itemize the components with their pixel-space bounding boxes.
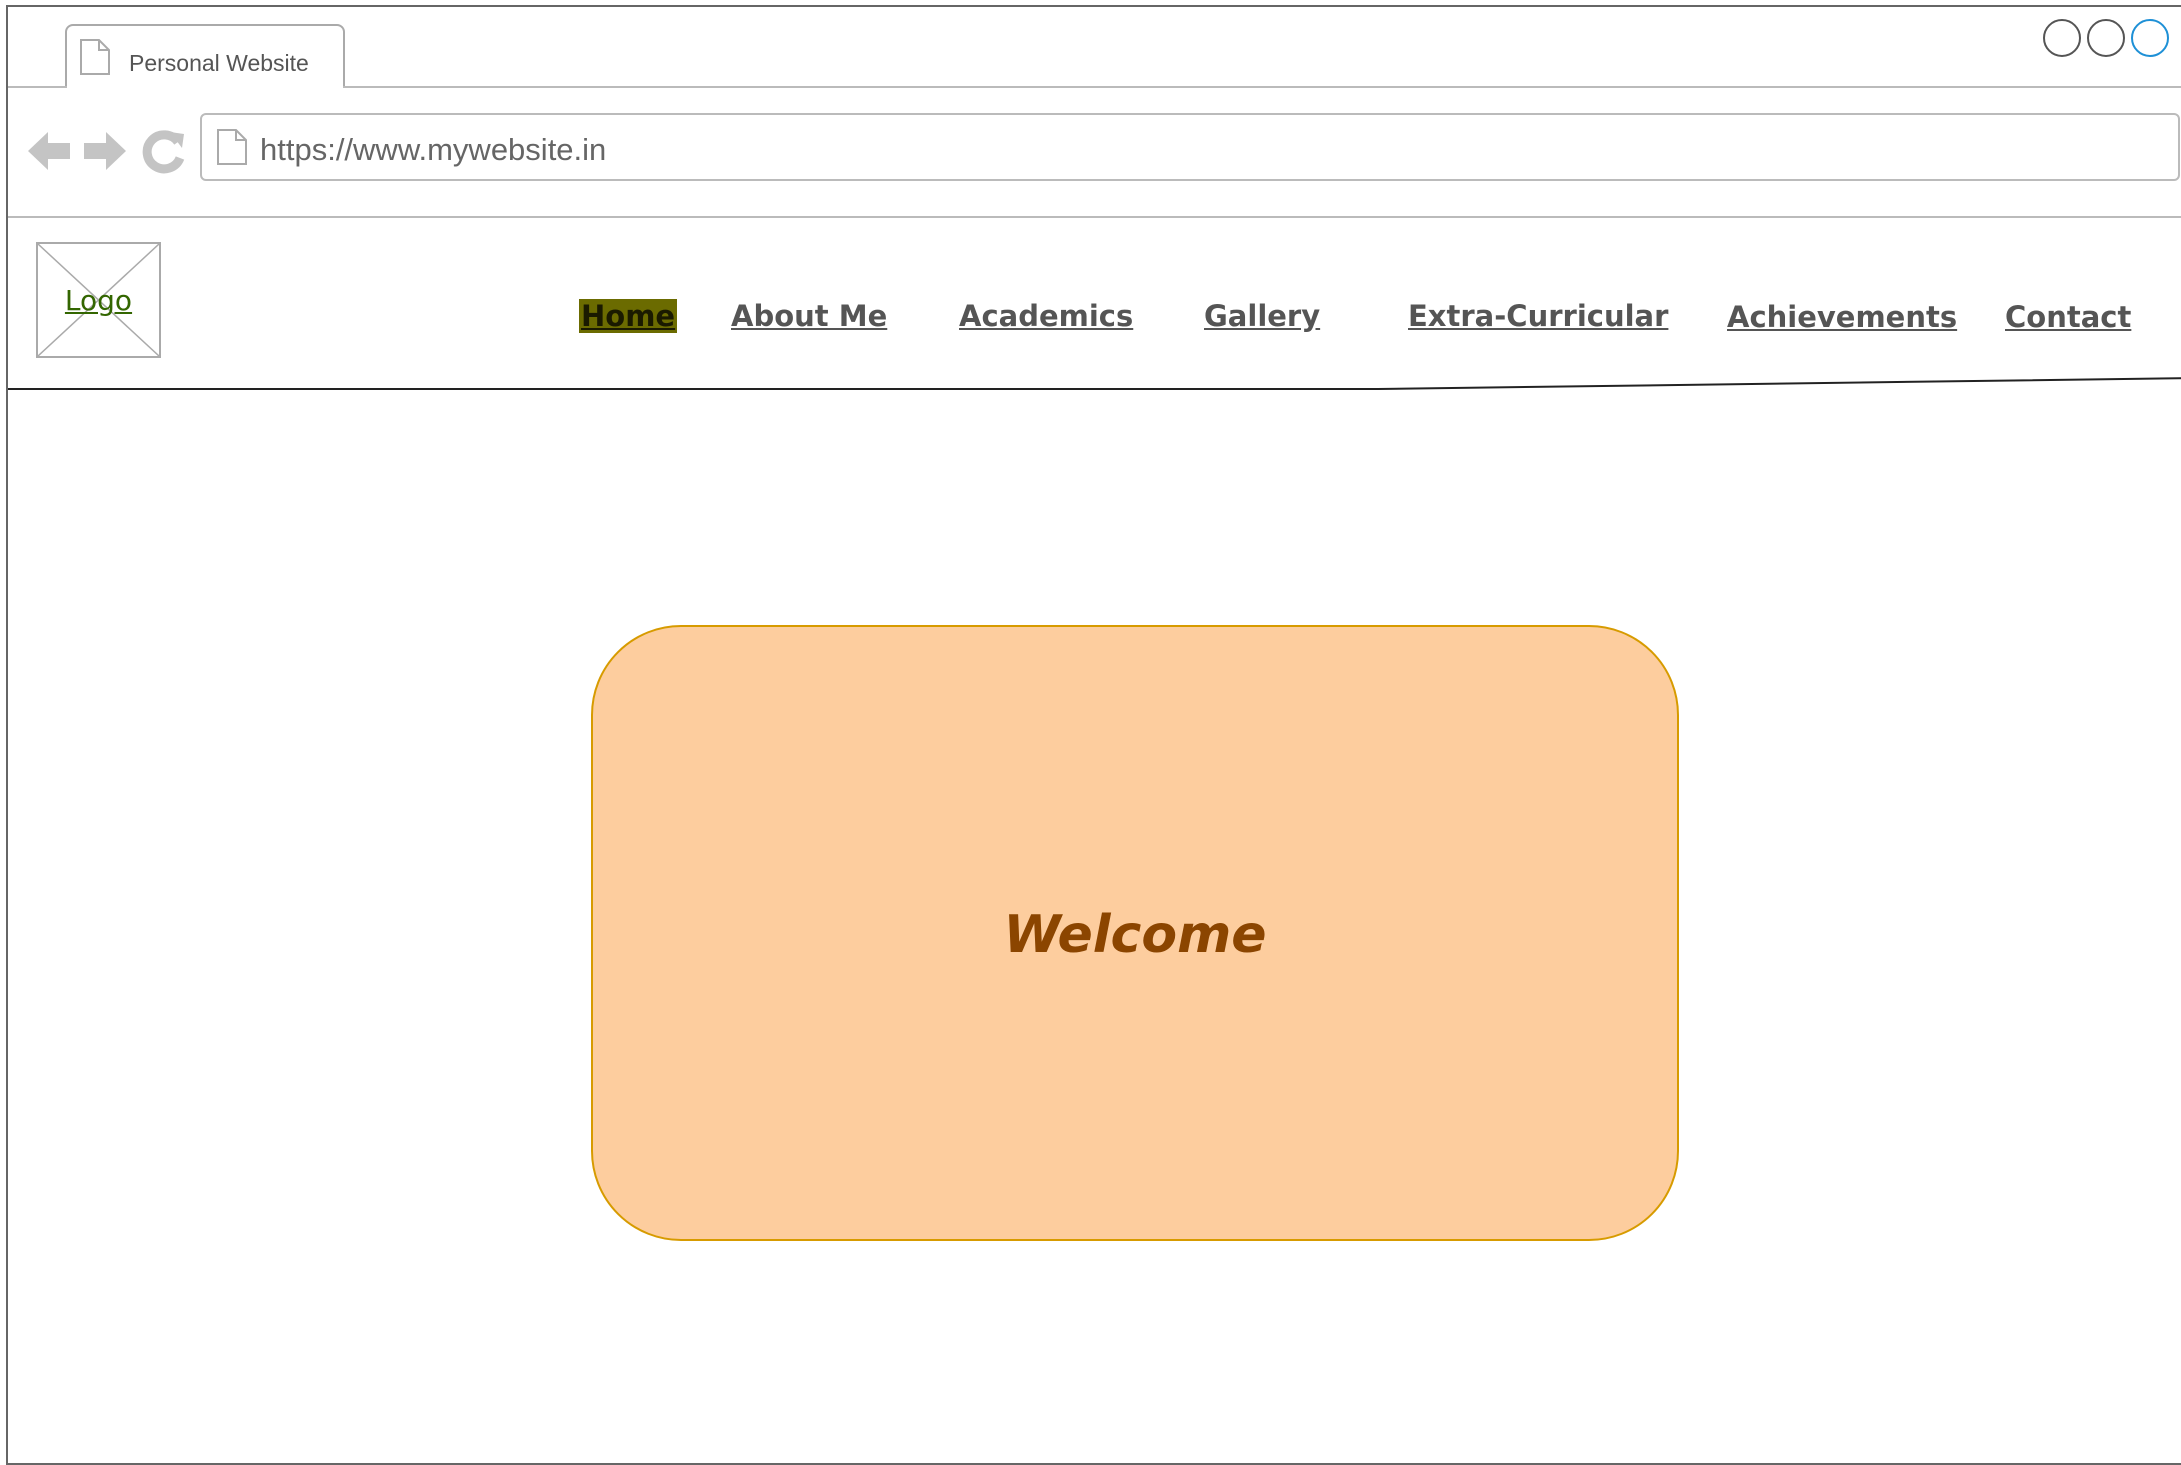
- header-divider: [8, 377, 2181, 390]
- welcome-card: Welcome: [591, 625, 1679, 1241]
- welcome-heading: Welcome: [1003, 905, 1267, 965]
- browser-window: Personal Website https://www.mywebsite.i…: [6, 5, 2181, 1465]
